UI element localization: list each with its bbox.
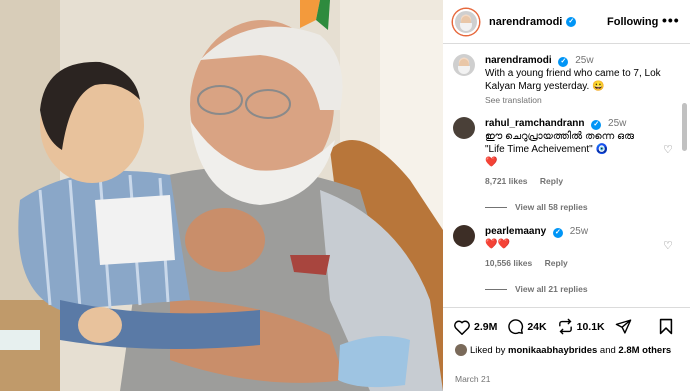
share-icon [615, 319, 631, 334]
verified-badge-icon: ✓ [552, 228, 563, 238]
caption-username[interactable]: narendramodi [485, 55, 552, 66]
comment-like-heart-icon[interactable]: ♡ [663, 143, 673, 156]
share-button[interactable] [615, 318, 635, 335]
verified-badge-icon: ✓ [558, 57, 569, 67]
comment-username[interactable]: pearlemaany [485, 226, 546, 237]
reply-button[interactable]: Reply [540, 176, 563, 186]
comment-time[interactable]: 25w [570, 226, 588, 237]
author-username-text[interactable]: narendramodi [489, 16, 562, 28]
caption-text: With a young friend who came to 7, Lok K… [485, 68, 661, 92]
likes-count[interactable]: 2.9M [474, 321, 497, 333]
verified-badge-icon: ✓ [591, 120, 602, 130]
comment-button[interactable]: 24K [507, 318, 547, 335]
repost-button[interactable]: 10.1K [557, 318, 605, 335]
comment-emoji: ❤️ [485, 157, 498, 168]
caption-time[interactable]: 25w [575, 55, 593, 66]
comments-scroll-area[interactable]: narendramodi ✓ 25w With a young friend w… [443, 45, 690, 307]
comment-like-heart-icon[interactable]: ♡ [663, 239, 673, 252]
caption-item: narendramodi ✓ 25w With a young friend w… [453, 54, 675, 110]
liked-by-line: Liked by monikaabhaybrides and 2.8M othe… [455, 344, 680, 357]
caption-avatar[interactable] [453, 54, 475, 76]
comment-time[interactable]: 25w [608, 118, 626, 129]
view-replies-text[interactable]: View all 58 replies [515, 202, 588, 212]
photo-illustration [0, 0, 443, 391]
more-horizontal-icon[interactable]: ••• [662, 12, 680, 28]
view-replies-text[interactable]: View all 21 replies [515, 284, 588, 294]
author-username[interactable]: narendramodi ✓ [489, 16, 577, 28]
heart-icon [454, 320, 470, 335]
comments-count[interactable]: 24K [527, 321, 546, 333]
comment-text: ഈ ചെറുപ്രായത്തിൽ തന്നെ ഒരു "Life Time Ac… [485, 131, 635, 155]
comment-likes-count[interactable]: 10,556 likes [485, 258, 532, 268]
repost-icon [558, 318, 572, 335]
view-replies-link[interactable]: View all 58 replies [485, 202, 588, 212]
comment-username[interactable]: rahul_ramchandrann [485, 118, 584, 129]
liked-by-user[interactable]: monikaabhaybrides [508, 345, 597, 356]
post-date[interactable]: March 21 [455, 374, 490, 384]
like-button[interactable]: 2.9M [453, 319, 497, 335]
reply-button[interactable]: Reply [545, 258, 568, 268]
following-button[interactable]: Following [607, 16, 658, 28]
post-header: narendramodi ✓ Following ••• [443, 0, 690, 44]
comment-text: ❤️❤️ [485, 239, 510, 250]
post-sidebar: narendramodi ✓ Following ••• narendramod… [443, 0, 690, 391]
author-avatar[interactable] [453, 8, 479, 35]
liked-by-and: and [599, 345, 616, 356]
liked-by-prefix: Liked by [470, 345, 506, 356]
save-button[interactable] [658, 318, 674, 340]
liked-by-others[interactable]: 2.8M others [618, 345, 671, 356]
verified-badge-icon: ✓ [566, 16, 577, 27]
comment-item: rahul_ramchandrann ✓ 25w ഈ ചെറുപ്രായത്തി… [453, 117, 675, 192]
post-actions: 2.9M 24K 10.1K Liked by monikaabhaybride… [443, 307, 690, 384]
comment-avatar[interactable] [453, 225, 475, 247]
comment-item: pearlemaany ✓ 25w ❤️❤️ 10,556 likes Repl… [453, 225, 675, 277]
reposts-count[interactable]: 10.1K [577, 321, 605, 333]
scrollbar-thumb[interactable] [682, 103, 687, 151]
post-photo [0, 0, 443, 391]
liked-by-avatar[interactable] [455, 344, 467, 357]
bookmark-icon [659, 318, 673, 335]
comment-icon [508, 319, 524, 335]
comment-likes-count[interactable]: 8,721 likes [485, 176, 528, 186]
view-replies-link[interactable]: View all 21 replies [485, 284, 588, 294]
see-translation-link[interactable]: See translation [485, 94, 675, 107]
comment-avatar[interactable] [453, 117, 475, 139]
